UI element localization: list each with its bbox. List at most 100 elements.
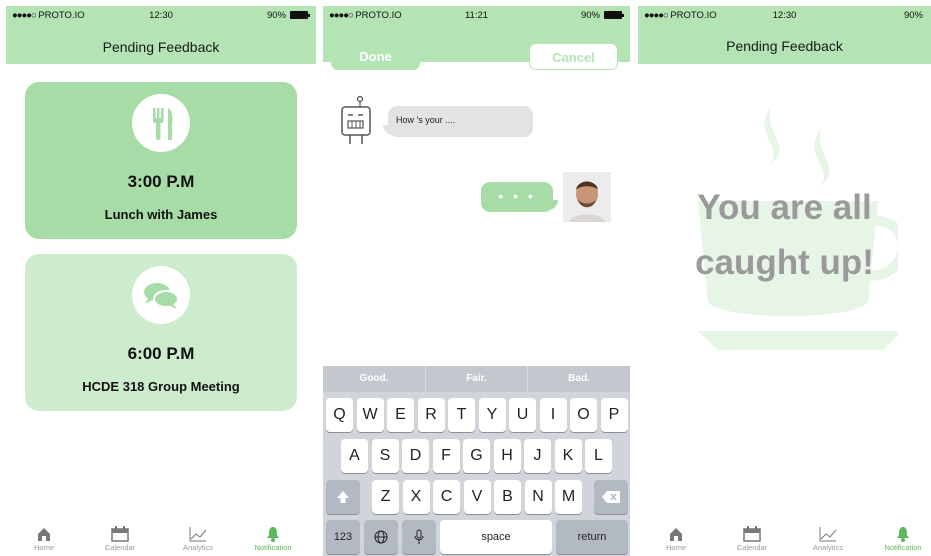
quick-reply-fair[interactable]: Fair. <box>425 366 527 392</box>
bell-icon <box>897 527 909 542</box>
key-n[interactable]: N <box>524 480 552 514</box>
feedback-card-meeting[interactable]: 6:00 P.M HCDE 318 Group Meeting <box>25 254 297 411</box>
backspace-icon <box>602 491 620 503</box>
key-t[interactable]: T <box>448 398 475 432</box>
bell-icon <box>267 527 279 542</box>
robot-avatar-icon <box>341 96 371 144</box>
battery-icon <box>290 11 310 19</box>
chat-bubbles-icon <box>144 283 179 309</box>
user-avatar <box>563 172 611 222</box>
tab-label: Notification <box>884 543 922 552</box>
tab-label: Analytics <box>812 543 843 552</box>
key-v[interactable]: V <box>463 480 491 514</box>
cancel-button[interactable]: Cancel <box>529 43 618 70</box>
key-d[interactable]: D <box>402 439 429 473</box>
tab-label: Calendar <box>736 543 768 552</box>
key-o[interactable]: O <box>570 398 597 432</box>
tab-calendar[interactable]: Calendar <box>722 520 782 556</box>
done-button[interactable]: Done <box>331 43 420 70</box>
key-b[interactable]: B <box>494 480 521 514</box>
event-time: 3:00 P.M <box>127 172 195 191</box>
key-m[interactable]: M <box>555 480 582 514</box>
status-bar: ●●●●○ PROTO.IO 11:21 90% <box>323 6 630 26</box>
key-k[interactable]: K <box>554 439 582 473</box>
key-i[interactable]: I <box>539 398 567 432</box>
key-s[interactable]: S <box>371 439 399 473</box>
page-title: Pending Feedback <box>102 39 220 55</box>
analytics-icon <box>189 527 207 542</box>
status-bar: ●●●●○ PROTO.IO 12:30 90% <box>638 6 931 26</box>
key-p[interactable]: P <box>600 398 628 432</box>
typing-indicator-bubble: • • • <box>481 182 558 212</box>
shift-key[interactable] <box>326 480 360 514</box>
caught-up-screen: Pending Feedback ●●●●○ PROTO.IO 12:30 90… <box>638 0 931 556</box>
icon-circle <box>132 94 190 152</box>
globe-key[interactable] <box>364 520 398 554</box>
key-w[interactable]: W <box>356 398 384 432</box>
shift-arrow-icon <box>337 491 349 503</box>
tab-home[interactable]: Home <box>14 520 74 556</box>
battery-percent: 90% <box>903 10 923 21</box>
key-f[interactable]: F <box>432 439 460 473</box>
key-y[interactable]: Y <box>478 398 506 432</box>
quick-reply-good[interactable]: Good. <box>323 366 425 392</box>
delete-key[interactable] <box>594 480 628 514</box>
feedback-card-lunch[interactable]: 3:00 P.M Lunch with James <box>25 82 297 239</box>
tab-bar: Home Calendar Analytics Notification <box>638 520 931 556</box>
key-g[interactable]: G <box>463 439 490 473</box>
tab-bar: Home Calendar Analytics Notification <box>6 520 316 556</box>
fork-knife-icon <box>153 108 173 140</box>
battery-icon <box>604 11 624 19</box>
tab-analytics[interactable]: Analytics <box>168 520 228 556</box>
return-key[interactable]: return <box>556 520 628 554</box>
key-h[interactable]: H <box>493 439 521 473</box>
key-z[interactable]: Z <box>372 480 399 514</box>
tab-home[interactable]: Home <box>646 520 706 556</box>
key-u[interactable]: U <box>509 398 536 432</box>
incoming-message-bubble: How 's your .... <box>383 106 533 137</box>
tab-calendar[interactable]: Calendar <box>90 520 150 556</box>
tab-label: Home <box>665 543 686 552</box>
numbers-key[interactable]: 123 <box>326 520 360 554</box>
feedback-chat-screen: ●●●●○ PROTO.IO 11:21 90% Done Cancel How… <box>323 0 630 556</box>
key-a[interactable]: A <box>341 439 368 473</box>
page-title: Pending Feedback <box>726 38 843 54</box>
empty-state-message: You are all caught up! <box>648 180 921 290</box>
tab-analytics[interactable]: Analytics <box>798 520 858 556</box>
event-time: 6:00 P.M <box>127 344 195 363</box>
empty-state-line-2: caught up! <box>695 243 874 282</box>
empty-state-line-1: You are all <box>697 188 872 227</box>
tab-notification[interactable]: Notification <box>243 520 303 556</box>
space-key[interactable]: space <box>440 520 552 554</box>
keyboard: Good. Fair. Bad. QWERTYUIOP ASDFGHJKL ZX… <box>323 366 630 556</box>
home-icon <box>670 528 682 541</box>
pending-feedback-screen: Pending Feedback ●●●●○ PROTO.IO 12:30 90… <box>6 0 316 556</box>
battery-percent: 90% <box>266 10 286 21</box>
status-time: 12:30 <box>772 10 797 21</box>
tab-notification[interactable]: Notification <box>873 520 931 556</box>
calendar-icon <box>743 526 761 542</box>
key-l[interactable]: L <box>585 439 612 473</box>
analytics-icon <box>819 527 837 542</box>
home-icon <box>38 528 50 541</box>
key-r[interactable]: R <box>417 398 445 432</box>
key-e[interactable]: E <box>387 398 414 432</box>
calendar-icon <box>111 526 129 542</box>
key-q[interactable]: Q <box>326 398 353 432</box>
event-title: HCDE 318 Group Meeting <box>82 379 240 394</box>
tab-label: Home <box>33 543 54 552</box>
key-c[interactable]: C <box>433 480 460 514</box>
tab-label: Analytics <box>182 543 213 552</box>
microphone-key[interactable] <box>402 520 436 554</box>
status-bar: ●●●●○ PROTO.IO 12:30 90% <box>6 6 316 26</box>
battery-percent: 90% <box>580 10 600 21</box>
tab-label: Notification <box>254 543 292 552</box>
key-j[interactable]: J <box>524 439 551 473</box>
globe-icon <box>374 530 388 544</box>
event-title: Lunch with James <box>104 207 218 222</box>
tab-label: Calendar <box>104 543 136 552</box>
key-x[interactable]: X <box>402 480 430 514</box>
microphone-icon <box>414 529 424 544</box>
quick-reply-bar: Good. Fair. Bad. <box>323 366 630 392</box>
quick-reply-bad[interactable]: Bad. <box>527 366 630 392</box>
